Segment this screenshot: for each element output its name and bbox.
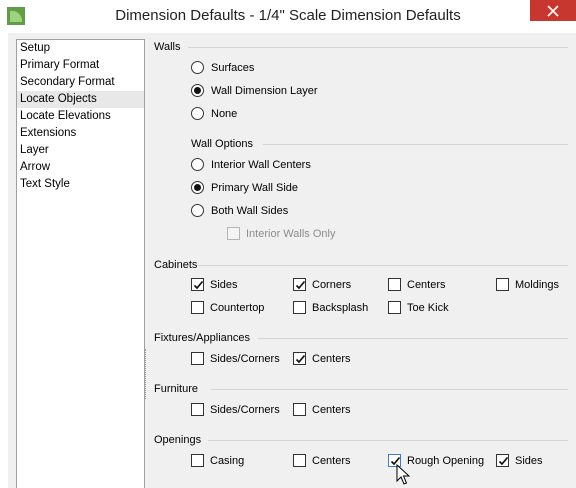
checkbox[interactable] bbox=[293, 278, 306, 291]
panel-splitter[interactable] bbox=[145, 349, 148, 399]
wall-dimension-layer-label: Wall Dimension Layer bbox=[211, 84, 318, 97]
checkbox[interactable] bbox=[293, 454, 306, 467]
checkbox[interactable] bbox=[191, 301, 204, 314]
checkbox[interactable] bbox=[388, 278, 401, 291]
cabinet-toe-kick-label: Toe Kick bbox=[407, 301, 449, 314]
checkbox[interactable] bbox=[191, 454, 204, 467]
openings-centers-option[interactable]: Centers bbox=[293, 454, 351, 467]
window-title: Dimension Defaults - 1/4" Scale Dimensio… bbox=[115, 7, 461, 24]
radio-button[interactable] bbox=[191, 204, 204, 217]
checkbox[interactable] bbox=[293, 301, 306, 314]
fixtures-centers-option[interactable]: Centers bbox=[293, 352, 351, 365]
fixtures-sides-corners-option[interactable]: Sides/Corners bbox=[191, 352, 280, 365]
primary-wall-side-option[interactable]: Primary Wall Side bbox=[191, 181, 298, 194]
wall-options-title: Wall Options bbox=[191, 138, 253, 150]
fixtures-divider bbox=[258, 338, 568, 339]
radio-button[interactable] bbox=[191, 61, 204, 74]
interior-wall-centers-label: Interior Wall Centers bbox=[211, 158, 311, 171]
furniture-sides-corners-option[interactable]: Sides/Corners bbox=[191, 403, 280, 416]
checkbox[interactable] bbox=[191, 278, 204, 291]
nav-item-layer[interactable]: Layer bbox=[17, 142, 144, 159]
dialog-body: Setup Primary Format Secondary Format Lo… bbox=[8, 33, 576, 488]
interior-wall-centers-option[interactable]: Interior Wall Centers bbox=[191, 158, 311, 171]
cabinet-centers-option[interactable]: Centers bbox=[388, 278, 446, 291]
walls-group-title: Walls bbox=[154, 41, 181, 53]
cabinet-centers-label: Centers bbox=[407, 278, 446, 291]
surfaces-option[interactable]: Surfaces bbox=[191, 61, 254, 74]
checkbox bbox=[227, 227, 240, 240]
cabinet-backsplash-option[interactable]: Backsplash bbox=[293, 301, 368, 314]
furniture-divider bbox=[211, 389, 568, 390]
furniture-sides-corners-label: Sides/Corners bbox=[210, 403, 280, 416]
close-icon bbox=[547, 4, 559, 17]
checkbox[interactable] bbox=[388, 301, 401, 314]
wall-options-divider bbox=[263, 144, 568, 145]
primary-wall-side-label: Primary Wall Side bbox=[211, 181, 298, 194]
furniture-centers-option[interactable]: Centers bbox=[293, 403, 351, 416]
furniture-centers-label: Centers bbox=[312, 403, 351, 416]
none-option[interactable]: None bbox=[191, 107, 237, 120]
openings-group-title: Openings bbox=[154, 434, 202, 446]
wall-dimension-layer-option[interactable]: Wall Dimension Layer bbox=[191, 84, 318, 97]
checkbox[interactable] bbox=[293, 403, 306, 416]
radio-button[interactable] bbox=[191, 107, 204, 120]
nav-item-locate-elevations[interactable]: Locate Elevations bbox=[17, 108, 144, 125]
cabinet-toe-kick-option[interactable]: Toe Kick bbox=[388, 301, 449, 314]
cabinet-countertop-option[interactable]: Countertop bbox=[191, 301, 264, 314]
interior-walls-only-label: Interior Walls Only bbox=[246, 227, 336, 240]
nav-item-setup[interactable]: Setup bbox=[17, 40, 144, 57]
nav-item-secondary-format[interactable]: Secondary Format bbox=[17, 74, 144, 91]
none-label: None bbox=[211, 107, 238, 120]
cabinet-corners-label: Corners bbox=[312, 278, 352, 291]
openings-rough-opening-label: Rough Opening bbox=[407, 454, 485, 467]
cabinets-group-title: Cabinets bbox=[154, 259, 198, 271]
openings-sides-label: Sides bbox=[515, 454, 543, 467]
both-wall-sides-option[interactable]: Both Wall Sides bbox=[191, 204, 288, 217]
nav-item-locate-objects[interactable]: Locate Objects bbox=[17, 91, 144, 108]
nav-item-arrow[interactable]: Arrow bbox=[17, 159, 144, 176]
checkbox[interactable] bbox=[496, 278, 509, 291]
cabinets-divider bbox=[198, 265, 568, 266]
category-list[interactable]: Setup Primary Format Secondary Format Lo… bbox=[16, 39, 145, 488]
fixtures-centers-label: Centers bbox=[312, 352, 351, 365]
openings-casing-label: Casing bbox=[210, 454, 245, 467]
openings-sides-option[interactable]: Sides bbox=[496, 454, 543, 467]
cabinet-countertop-label: Countertop bbox=[210, 301, 265, 314]
walls-divider bbox=[188, 47, 568, 48]
cabinet-backsplash-label: Backsplash bbox=[312, 301, 369, 314]
window-frame: Setup Primary Format Secondary Format Lo… bbox=[0, 33, 576, 488]
checkbox[interactable] bbox=[496, 454, 509, 467]
interior-walls-only-option: Interior Walls Only bbox=[227, 227, 335, 240]
openings-casing-option[interactable]: Casing bbox=[191, 454, 244, 467]
fixtures-sides-corners-label: Sides/Corners bbox=[210, 352, 280, 365]
checkbox[interactable] bbox=[191, 403, 204, 416]
cabinet-sides-option[interactable]: Sides bbox=[191, 278, 238, 291]
close-button[interactable] bbox=[530, 0, 576, 21]
openings-divider bbox=[208, 440, 568, 441]
cabinet-sides-label: Sides bbox=[210, 278, 238, 291]
cabinet-moldings-option[interactable]: Moldings bbox=[496, 278, 559, 291]
checkbox[interactable] bbox=[293, 352, 306, 365]
nav-item-text-style[interactable]: Text Style bbox=[17, 176, 144, 193]
fixtures-group-title: Fixtures/Appliances bbox=[154, 332, 250, 344]
cabinet-corners-option[interactable]: Corners bbox=[293, 278, 351, 291]
surfaces-label: Surfaces bbox=[211, 61, 255, 74]
title-bar: Dimension Defaults - 1/4" Scale Dimensio… bbox=[0, 0, 576, 33]
both-wall-sides-label: Both Wall Sides bbox=[211, 204, 289, 217]
nav-item-extensions[interactable]: Extensions bbox=[17, 125, 144, 142]
radio-button[interactable] bbox=[191, 84, 204, 97]
openings-centers-label: Centers bbox=[312, 454, 351, 467]
nav-item-primary-format[interactable]: Primary Format bbox=[17, 57, 144, 74]
checkbox[interactable] bbox=[191, 352, 204, 365]
radio-button[interactable] bbox=[191, 158, 204, 171]
furniture-group-title: Furniture bbox=[154, 383, 199, 395]
cabinet-moldings-label: Moldings bbox=[515, 278, 560, 291]
mouse-cursor-icon bbox=[396, 464, 410, 485]
radio-button[interactable] bbox=[191, 181, 204, 194]
